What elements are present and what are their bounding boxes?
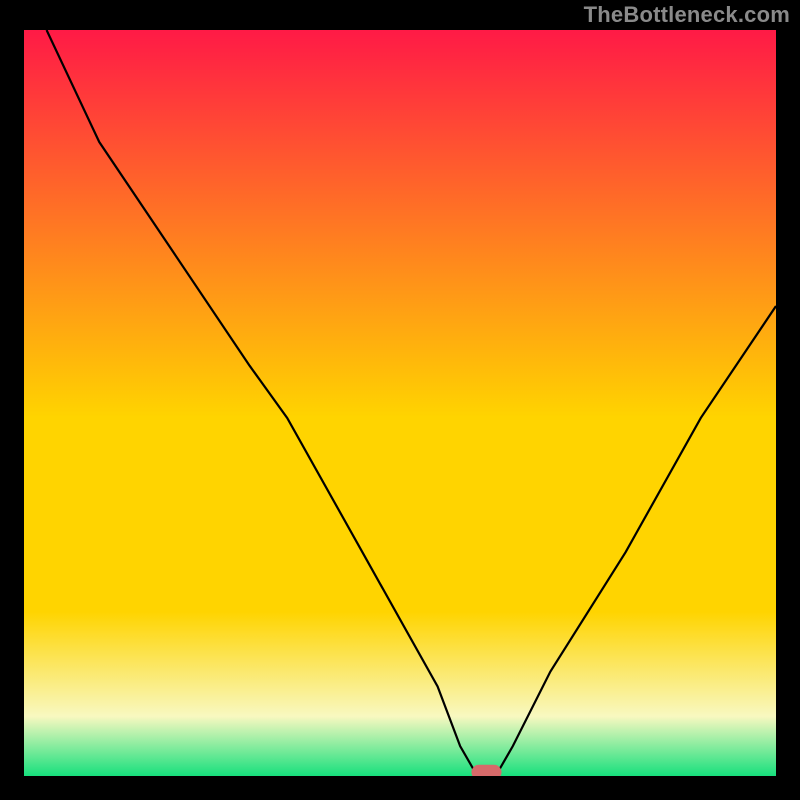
watermark-label: TheBottleneck.com bbox=[584, 2, 790, 28]
chart-svg bbox=[24, 30, 776, 776]
gradient-background bbox=[24, 30, 776, 776]
chart-container: TheBottleneck.com bbox=[0, 0, 800, 800]
plot-area bbox=[24, 30, 776, 776]
optimal-marker bbox=[471, 765, 501, 776]
